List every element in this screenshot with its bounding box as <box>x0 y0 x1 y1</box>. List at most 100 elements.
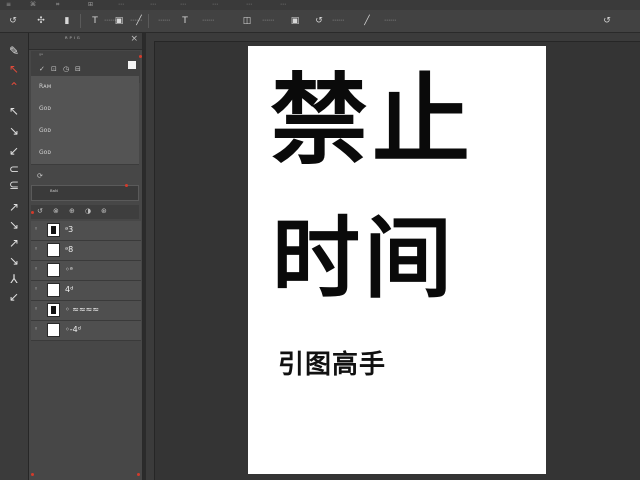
type-icon[interactable]: T <box>178 14 192 27</box>
move-icon[interactable]: ✣ <box>34 14 48 27</box>
marker-dot <box>31 211 34 214</box>
option-label: ⋯⋯ <box>384 17 396 24</box>
fill-icon[interactable]: ▮ <box>60 14 74 27</box>
headline-line-1: 禁止 <box>270 64 475 178</box>
layer-name: ◦ᵃ <box>65 265 73 274</box>
layer-row[interactable]: ◦ ◦-4ᵈ <box>31 321 141 341</box>
panel-icon[interactable]: ⊟ <box>75 65 81 73</box>
layer-name: 4ᵈ <box>65 285 74 294</box>
menu-item[interactable]: ≡ <box>6 1 11 9</box>
marker-dot <box>31 473 34 476</box>
arrow-tool-icon[interactable]: ↘ <box>5 217 23 233</box>
layer-toolbar: ↺ ⊗ ⊕ ◑ ⊛ <box>31 205 139 219</box>
document-artboard[interactable]: 禁止 时间 引图高手 <box>248 46 546 474</box>
clock-icon[interactable]: ◷ <box>63 65 69 73</box>
layer-tool-icon[interactable]: ⊕ <box>69 207 75 215</box>
marker-dot <box>139 55 142 58</box>
color-swatch[interactable] <box>128 61 136 69</box>
preset-item[interactable]: Gᴏᴅ <box>31 142 139 165</box>
close-icon[interactable]: × <box>130 34 138 44</box>
direct-select-tool-icon[interactable]: ↘ <box>5 123 23 139</box>
preset-label: Gᴏᴅ <box>39 127 51 134</box>
layer-name: ◦-4ᵈ <box>65 325 81 334</box>
layer-tool-icon[interactable]: ◑ <box>85 207 91 215</box>
visibility-icon[interactable]: ◦ <box>34 265 38 273</box>
select-tool-icon[interactable]: ↖ <box>5 103 23 119</box>
visibility-icon[interactable]: ◦ <box>34 225 38 233</box>
check-icon[interactable]: ✓ <box>39 65 45 73</box>
panel-title: ᴿ ᴾ ᴵ ᴳ <box>65 36 80 43</box>
menu-item[interactable]: ⊞ <box>88 1 93 9</box>
arrow-tool-icon[interactable]: ↗ <box>5 235 23 251</box>
layer-tool-icon[interactable]: ↺ <box>37 207 43 215</box>
subheader-label: ᵍᵃ <box>39 53 43 59</box>
preset-item[interactable]: Gᴏᴅ <box>31 98 139 121</box>
preset-label: Gᴏᴅ <box>39 105 51 112</box>
menu-item[interactable]: ⋯ <box>118 1 124 9</box>
menu-item[interactable]: ⌘ <box>30 1 36 9</box>
brush-tool-icon[interactable]: ✎ <box>5 43 23 59</box>
field-label: ᴮᵃᴺ <box>50 189 58 196</box>
menu-item[interactable]: ⌗ <box>56 1 59 9</box>
menu-item[interactable]: ⋯ <box>212 1 218 9</box>
line-icon[interactable]: ╱ <box>132 14 146 27</box>
tools-toolbar: ✎ ↖ ⌃ ↖ ↘ ↙ ⊂ ⊆ ↗ ↘ ↗ ↘ ⅄ ↙ <box>0 33 29 480</box>
lasso-tool-icon[interactable]: ↙ <box>5 143 23 159</box>
pen-tool-icon[interactable]: ⌃ <box>5 79 23 95</box>
layer-tool-icon[interactable]: ⊛ <box>101 207 107 215</box>
layer-name: ◦ ≈≈≈≈ <box>65 305 100 314</box>
layer-tool-icon[interactable]: ⊗ <box>53 207 59 215</box>
frame-icon[interactable]: ▣ <box>112 14 126 27</box>
option-label: ⋯⋯ <box>202 17 214 24</box>
options-bar: ↺ ✣ ▮ T ⋯⋯ ▣ ⋯⋯ ╱ ⋯⋯ T ⋯⋯ ◫ ⋯⋯ ▣ ↺ ⋯⋯ ╱ … <box>0 10 640 33</box>
horizontal-ruler[interactable] <box>146 33 640 42</box>
separator <box>80 14 81 28</box>
marker-dot <box>125 184 128 187</box>
move-tool-icon[interactable]: ↖ <box>5 61 23 77</box>
menu-item[interactable]: ⋯ <box>150 1 156 9</box>
frame-icon[interactable]: ◫ <box>240 14 254 27</box>
frame-icon[interactable]: ▣ <box>288 14 302 27</box>
preset-item[interactable]: Rᴀᴍ <box>31 76 139 99</box>
shape-tool-icon[interactable]: ⊂ <box>5 161 23 177</box>
visibility-icon[interactable]: ◦ <box>34 245 38 253</box>
headline-line-2: 时间 <box>272 207 457 310</box>
visibility-icon[interactable]: ◦ <box>34 305 38 313</box>
rotate-icon[interactable]: ↺ <box>6 14 20 27</box>
tripod-tool-icon[interactable]: ⅄ <box>5 271 23 287</box>
panel-header: ᴿ ᴾ ᴵ ᴳ × <box>29 33 142 50</box>
frame-icon[interactable]: ⊡ <box>51 65 57 73</box>
layer-thumbnail <box>47 223 60 237</box>
preset-label: Rᴀᴍ <box>39 83 52 90</box>
rotate-icon[interactable]: ↺ <box>312 14 326 27</box>
vertical-ruler[interactable] <box>146 41 155 480</box>
layer-name: ᵃ8 <box>65 245 74 254</box>
option-label: ⋯⋯ <box>332 17 344 24</box>
layer-row[interactable]: ◦ ◦ᵃ <box>31 261 141 281</box>
marker-dot <box>137 473 140 476</box>
arrow-tool-icon[interactable]: ↘ <box>5 253 23 269</box>
menu-item[interactable]: ⋯ <box>246 1 252 9</box>
layer-row[interactable]: ◦ ᵃ3 <box>31 221 141 241</box>
visibility-icon[interactable]: ◦ <box>34 285 38 293</box>
layer-thumbnail <box>47 283 60 297</box>
menu-item[interactable]: ⋯ <box>180 1 186 9</box>
ellipse-tool-icon[interactable]: ⊆ <box>5 177 23 193</box>
visibility-icon[interactable]: ◦ <box>34 325 38 333</box>
arrow-tool-icon[interactable]: ↙ <box>5 289 23 305</box>
layer-thumbnail <box>47 263 60 277</box>
menu-item[interactable]: ⋯ <box>280 1 286 9</box>
rotate-icon[interactable]: ↺ <box>600 14 614 27</box>
arrow-tool-icon[interactable]: ↗ <box>5 199 23 215</box>
layer-filter-field[interactable]: ᴮᵃᴺ <box>31 185 139 201</box>
option-label: ⋯⋯ <box>262 17 274 24</box>
layer-thumbnail <box>47 303 60 317</box>
refresh-icon[interactable]: ⟳ <box>37 172 43 180</box>
layer-name: ᵃ3 <box>65 225 74 234</box>
layer-row[interactable]: ◦ ◦ ≈≈≈≈ <box>31 301 141 321</box>
menubar: ≡ ⌘ ⌗ ⊞ ⋯ ⋯ ⋯ ⋯ ⋯ ⋯ <box>0 0 640 10</box>
line-icon[interactable]: ╱ <box>360 14 374 27</box>
preset-item[interactable]: Gᴏᴅ <box>31 120 139 143</box>
layer-row[interactable]: ◦ 4ᵈ <box>31 281 141 301</box>
layer-row[interactable]: ◦ ᵃ8 <box>31 241 141 261</box>
